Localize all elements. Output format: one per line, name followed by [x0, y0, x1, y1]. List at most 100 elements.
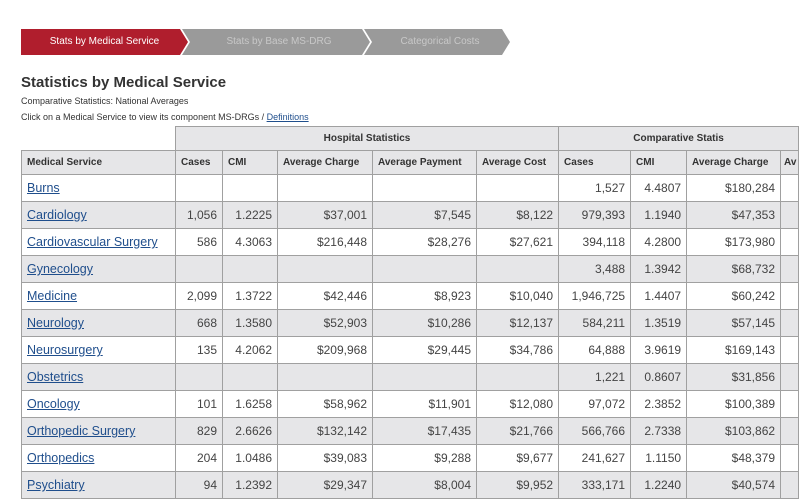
service-cell: Cardiovascular Surgery	[21, 228, 176, 256]
table-row: Medicine 2,099 1.3722 $42,446 $8,923 $10,040 1…	[21, 282, 800, 310]
value-cell: $68,732	[686, 255, 782, 283]
value-cell: $39,083	[277, 444, 373, 472]
service-cell: Gynecology	[21, 255, 176, 283]
value-cell: 4.4807	[630, 174, 688, 202]
value-cell	[175, 174, 223, 202]
value-cell: $21,766	[475, 417, 560, 445]
service-cell: Neurology	[21, 309, 176, 337]
value-cell: 3.9619	[630, 336, 688, 364]
value-cell: $60,242	[686, 282, 782, 310]
value-cell	[222, 363, 278, 391]
value-cell	[277, 255, 373, 283]
table-row: Cardiology 1,056 1.2225 $37,001 $7,545 $8,122…	[21, 201, 800, 229]
value-cell: $10,286	[372, 309, 477, 337]
value-cell: $173,980	[686, 228, 782, 256]
column-header: Medical Service	[21, 150, 176, 175]
service-link[interactable]: Oncology	[27, 397, 80, 411]
subtitle: Comparative Statistics: National Average…	[21, 96, 189, 106]
value-cell: $17,435	[372, 417, 477, 445]
value-cell: 1,056	[175, 201, 223, 229]
value-cell: $48,379	[686, 444, 782, 472]
value-cell: 64,888	[558, 336, 632, 364]
service-link[interactable]: Cardiovascular Surgery	[27, 235, 158, 249]
service-cell: Psychiatry	[21, 471, 176, 499]
group-header-hospital: Hospital Statistics	[174, 126, 560, 151]
value-cell	[780, 201, 800, 229]
service-link[interactable]: Gynecology	[27, 262, 93, 276]
value-cell: $7,545	[372, 201, 477, 229]
table-row: Burns 1,527 4.4807 $180,284	[21, 174, 800, 202]
value-cell: $31,856	[686, 363, 782, 391]
table-row: Neurology 668 1.3580 $52,903 $10,286 $12,137 5…	[21, 309, 800, 337]
value-cell: $9,677	[475, 444, 560, 472]
value-cell: 1,946,725	[558, 282, 632, 310]
service-link[interactable]: Medicine	[27, 289, 77, 303]
value-cell: 2.3852	[630, 390, 688, 418]
service-cell: Neurosurgery	[21, 336, 176, 364]
value-cell: $10,040	[475, 282, 560, 310]
value-cell	[372, 174, 477, 202]
table-row: Oncology 101 1.6258 $58,962 $11,901 $12,080 97…	[21, 390, 800, 418]
value-cell	[222, 255, 278, 283]
value-cell	[780, 228, 800, 256]
value-cell: 1.2240	[630, 471, 688, 499]
definitions-link[interactable]: Definitions	[267, 112, 309, 122]
tab-stats-by-base-ms-drg[interactable]: Stats by Base MS-DRG	[182, 29, 370, 55]
value-cell: 1.3942	[630, 255, 688, 283]
service-link[interactable]: Orthopedics	[27, 451, 94, 465]
value-cell: 1.3519	[630, 309, 688, 337]
column-header: Average Charge	[277, 150, 373, 175]
value-cell: 1.6258	[222, 390, 278, 418]
value-cell: 2,099	[175, 282, 223, 310]
value-cell	[222, 174, 278, 202]
value-cell	[175, 255, 223, 283]
value-cell: 1.0486	[222, 444, 278, 472]
value-cell: 333,171	[558, 471, 632, 499]
value-cell: 566,766	[558, 417, 632, 445]
service-link[interactable]: Cardiology	[27, 208, 87, 222]
value-cell: 97,072	[558, 390, 632, 418]
value-cell: 1.3722	[222, 282, 278, 310]
value-cell: 2.7338	[630, 417, 688, 445]
column-header: Average Cost	[475, 150, 560, 175]
value-cell: $216,448	[277, 228, 373, 256]
value-cell	[780, 336, 800, 364]
value-cell: 1.2225	[222, 201, 278, 229]
column-header: Cases	[558, 150, 632, 175]
service-cell: Medicine	[21, 282, 176, 310]
table-row: Orthopedic Surgery 829 2.6626 $132,142 $17,4…	[21, 417, 800, 445]
table-row: Gynecology 3,488 1.3942 $68,732	[21, 255, 800, 283]
tab-stats-by-medical-service[interactable]: Stats by Medical Service	[21, 29, 188, 55]
service-link[interactable]: Neurology	[27, 316, 84, 330]
value-cell: 101	[175, 390, 223, 418]
value-cell: $29,347	[277, 471, 373, 499]
value-cell: 394,118	[558, 228, 632, 256]
value-cell: $132,142	[277, 417, 373, 445]
service-cell: Orthopedic Surgery	[21, 417, 176, 445]
value-cell: 1,221	[558, 363, 632, 391]
service-link[interactable]: Burns	[27, 181, 60, 195]
value-cell: $12,080	[475, 390, 560, 418]
service-link[interactable]: Neurosurgery	[27, 343, 103, 357]
group-header-comparative: Comparative Statis	[558, 126, 800, 151]
value-cell	[780, 309, 800, 337]
service-link[interactable]: Obstetrics	[27, 370, 83, 384]
value-cell: 2.6626	[222, 417, 278, 445]
medical-service-table: Hospital Statistics Comparative Statis M…	[21, 126, 800, 499]
service-cell: Obstetrics	[21, 363, 176, 391]
table-row: Neurosurgery 135 4.2062 $209,968 $29,445 $34,…	[21, 336, 800, 364]
page-title: Statistics by Medical Service	[21, 74, 227, 91]
value-cell	[175, 363, 223, 391]
value-cell	[475, 174, 560, 202]
service-cell: Orthopedics	[21, 444, 176, 472]
table-row: Obstetrics 1,221 0.8607 $31,856	[21, 363, 800, 391]
service-link[interactable]: Orthopedic Surgery	[27, 424, 135, 438]
column-header: Cases	[175, 150, 223, 175]
value-cell: 1.2392	[222, 471, 278, 499]
value-cell: $37,001	[277, 201, 373, 229]
value-cell	[372, 255, 477, 283]
tab-categorical-costs[interactable]: Categorical Costs	[364, 29, 510, 55]
service-link[interactable]: Psychiatry	[27, 478, 85, 492]
value-cell: 94	[175, 471, 223, 499]
value-cell	[277, 363, 373, 391]
